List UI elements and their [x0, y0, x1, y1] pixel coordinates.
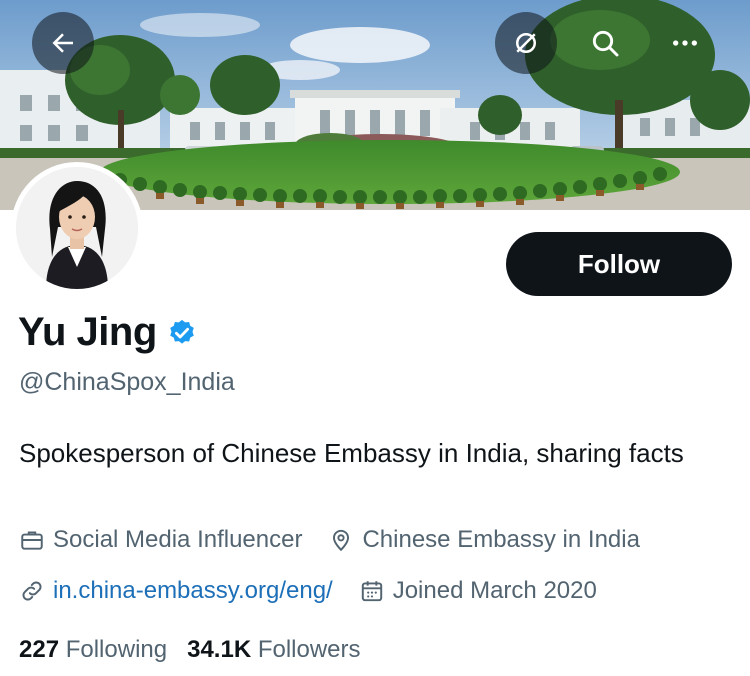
more-horizontal-icon: [673, 40, 697, 46]
follow-button[interactable]: Follow: [506, 232, 732, 296]
avatar-image: [16, 167, 138, 289]
briefcase-icon: [21, 531, 43, 550]
profile-bio: Spokesperson of Chinese Embassy in India…: [19, 438, 684, 468]
profile-category: Social Media Influencer: [19, 526, 302, 554]
followers-stat[interactable]: 34.1K Followers: [187, 636, 360, 664]
search-button[interactable]: [574, 12, 636, 74]
location-label: Chinese Embassy in India: [362, 526, 640, 553]
profile-joined: Joined March 2020: [359, 577, 597, 605]
spaces-off-icon: [516, 33, 536, 53]
website-link[interactable]: in.china-embassy.org/eng/: [53, 577, 333, 605]
profile-website[interactable]: in.china-embassy.org/eng/: [19, 577, 333, 605]
profile-avatar[interactable]: [11, 162, 143, 294]
profile-location: Chinese Embassy in India: [328, 526, 640, 554]
profile-handle: @ChinaSpox_India: [19, 368, 235, 396]
following-count: 227: [19, 636, 60, 663]
joined-label: Joined March 2020: [392, 577, 597, 604]
profile-meta-row: Social Media Influencer Chinese Embassy …: [19, 526, 666, 554]
calendar-icon: [361, 581, 382, 602]
verified-badge-icon[interactable]: [167, 318, 197, 348]
followers-count: 34.1K: [187, 636, 252, 663]
followers-label: Followers: [257, 636, 361, 663]
link-icon: [22, 581, 42, 601]
profile-meta-row-2: in.china-embassy.org/eng/ Joined March 2…: [19, 577, 623, 605]
category-label: Social Media Influencer: [53, 526, 303, 553]
following-label: Following: [65, 636, 168, 663]
more-button[interactable]: [654, 12, 716, 74]
back-button[interactable]: [32, 12, 94, 74]
location-pin-icon: [333, 529, 350, 552]
profile-name-row: Yu Jing: [18, 310, 197, 355]
display-name: Yu Jing: [18, 310, 157, 354]
spaces-button[interactable]: [495, 12, 557, 74]
profile-stats: 227 Following 34.1K Followers: [19, 636, 381, 664]
arrow-left-icon: [52, 33, 73, 53]
following-stat[interactable]: 227 Following: [19, 636, 167, 664]
search-icon: [592, 30, 619, 57]
